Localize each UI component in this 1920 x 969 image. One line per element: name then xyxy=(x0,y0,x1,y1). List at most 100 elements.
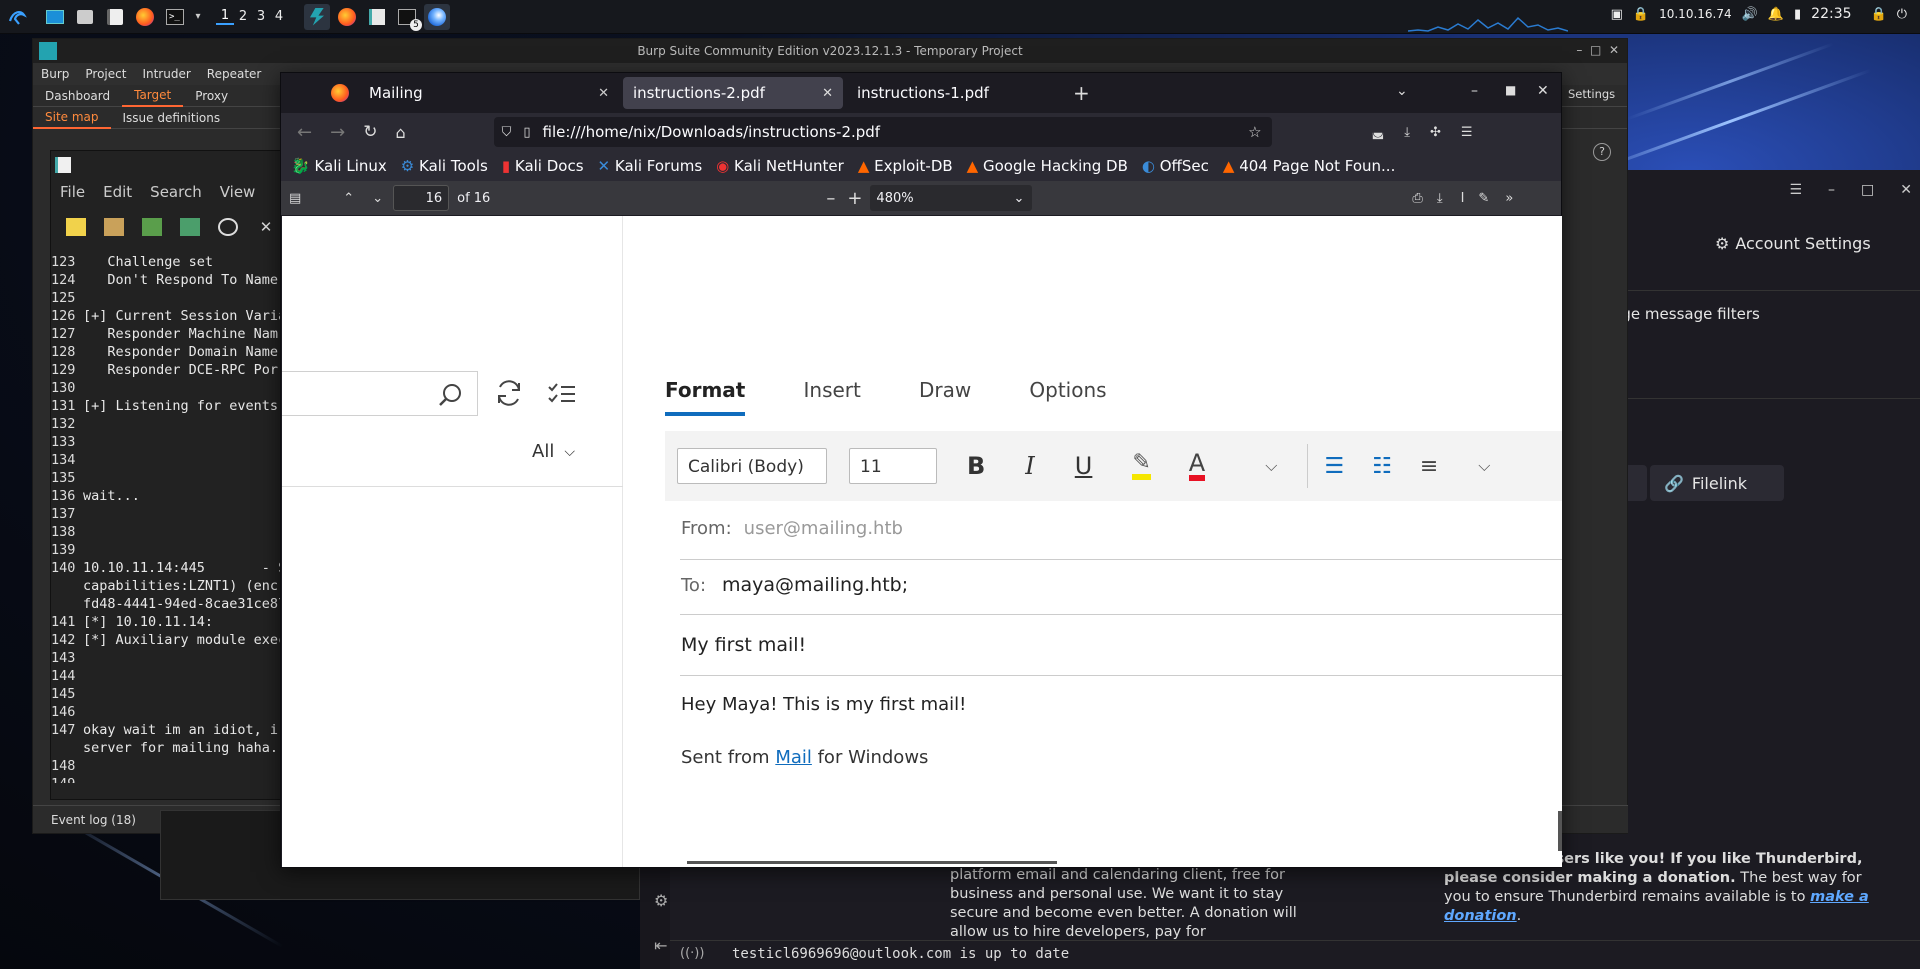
collapse-spaces-icon[interactable]: ⇤ xyxy=(654,936,667,955)
underline-icon[interactable]: U xyxy=(1075,452,1093,480)
ribbon-tab-insert[interactable]: Insert xyxy=(804,378,861,402)
bookmark-offsec[interactable]: ◐ OffSec xyxy=(1142,157,1209,175)
lock-screen-icon[interactable]: 🔒 xyxy=(1871,7,1887,22)
bookmark-kali-nethunter[interactable]: ◉ Kali NetHunter xyxy=(716,157,844,175)
extensions-icon[interactable]: ✣ xyxy=(1430,125,1441,140)
home-icon[interactable]: ⌂ xyxy=(395,123,405,142)
subtab-issue-definitions[interactable]: Issue definitions xyxy=(111,108,233,128)
burp-menu-intruder[interactable]: Intruder xyxy=(142,67,190,81)
shield-icon[interactable]: ⛉ xyxy=(502,125,512,140)
subject-field[interactable]: My first mail! xyxy=(681,634,806,656)
font-color-icon[interactable]: A xyxy=(1188,451,1206,481)
settings-gear-icon[interactable]: ⚙ xyxy=(654,891,668,910)
bullet-list-icon[interactable]: ☰ xyxy=(1324,454,1344,479)
numbered-list-icon[interactable]: ☷ xyxy=(1372,454,1392,479)
tb-close-button[interactable]: ✕ xyxy=(1900,182,1912,198)
chevron-down-icon[interactable]: ▾ xyxy=(192,4,204,30)
logout-icon[interactable]: ⏻ xyxy=(1897,7,1907,22)
event-log-button[interactable]: Event log (18) xyxy=(51,813,136,827)
volume-icon[interactable]: 🔊 xyxy=(1742,7,1758,22)
close-icon[interactable]: ✕ xyxy=(256,218,276,236)
text-editor-icon[interactable] xyxy=(102,4,128,30)
burp-task-icon[interactable] xyxy=(304,3,330,30)
bookmark-star-icon[interactable]: ☆ xyxy=(1248,123,1261,141)
editor-menu-edit[interactable]: Edit xyxy=(103,183,132,201)
burp-settings-button[interactable]: Settings xyxy=(1568,87,1615,101)
editor-task-icon[interactable] xyxy=(364,4,390,30)
back-arrow-icon[interactable]: ← xyxy=(297,122,312,143)
tab-proxy[interactable]: Proxy xyxy=(183,86,240,106)
search-box[interactable] xyxy=(282,371,478,416)
editor-menu-file[interactable]: File xyxy=(60,183,85,201)
close-tab-icon[interactable]: ✕ xyxy=(822,86,833,101)
chevron-down-icon[interactable]: ⌵ xyxy=(1265,456,1277,476)
ribbon-tab-format[interactable]: Format xyxy=(665,378,746,416)
filelink-button[interactable]: 🔗 Filelink xyxy=(1650,465,1784,501)
workspace-1[interactable]: 1 xyxy=(216,8,234,25)
account-settings-button[interactable]: ⚙ Account Settings xyxy=(1715,234,1871,253)
search-icon[interactable] xyxy=(437,382,463,408)
editor-menu-view[interactable]: View xyxy=(220,183,256,201)
zoom-select[interactable]: 480% ⌄ xyxy=(870,185,1033,211)
firefox-task-icon[interactable] xyxy=(334,4,360,30)
bookmark-kali-forums[interactable]: ✕ Kali Forums xyxy=(598,157,703,175)
mail-link[interactable]: Mail xyxy=(775,747,812,768)
file-manager-icon[interactable] xyxy=(72,4,98,30)
maximize-button[interactable]: ■ xyxy=(1505,83,1516,97)
burp-window-controls[interactable]: – □ ✕ xyxy=(1576,43,1619,57)
to-value[interactable]: maya@mailing.htb; xyxy=(722,574,908,596)
workspace-4[interactable]: 4 xyxy=(270,9,288,24)
hamburger-menu-icon[interactable]: ☰ xyxy=(1461,125,1473,140)
burp-menu-burp[interactable]: Burp xyxy=(41,67,69,81)
tb-minimize-button[interactable]: – xyxy=(1828,182,1835,198)
url-bar[interactable]: ⛉ ▯ file:///home/nix/Downloads/instructi… xyxy=(493,117,1272,147)
tb-maximize-button[interactable]: □ xyxy=(1861,182,1874,198)
firefox-icon[interactable] xyxy=(132,4,158,30)
bookmark-kali-linux[interactable]: 🐉 Kali Linux xyxy=(291,157,387,175)
bold-icon[interactable]: B xyxy=(967,452,985,480)
firefox-view-icon[interactable] xyxy=(331,84,349,102)
kali-menu-icon[interactable] xyxy=(4,4,30,30)
help-icon[interactable]: ? xyxy=(1593,143,1611,161)
workspace-2[interactable]: 2 xyxy=(234,9,252,24)
highlight-icon[interactable]: ✎ xyxy=(1132,452,1151,480)
sidebar-toggle-icon[interactable]: ▤ xyxy=(289,191,301,206)
save-file-icon[interactable] xyxy=(142,218,162,236)
burp-menu-repeater[interactable]: Repeater xyxy=(207,67,262,81)
ribbon-tab-options[interactable]: Options xyxy=(1029,378,1106,402)
sync-icon[interactable] xyxy=(494,378,524,408)
new-tab-icon[interactable]: + xyxy=(1073,81,1090,105)
font-size-select[interactable]: 11 xyxy=(849,448,937,484)
notifications-bell-icon[interactable]: 🔔 xyxy=(1768,7,1784,22)
close-tab-icon[interactable]: ✕ xyxy=(598,86,609,101)
new-file-icon[interactable] xyxy=(66,218,86,236)
close-window-button[interactable]: ✕ xyxy=(1537,83,1549,99)
chevron-down-icon[interactable]: ⌵ xyxy=(1478,456,1490,476)
forward-arrow-icon[interactable]: → xyxy=(330,122,345,143)
italic-icon[interactable]: I xyxy=(1025,452,1034,480)
bookmark-kali-tools[interactable]: ⚙ Kali Tools xyxy=(401,157,488,175)
tab-dashboard[interactable]: Dashboard xyxy=(33,86,122,106)
body-text[interactable]: Hey Maya! This is my first mail! xyxy=(681,694,966,715)
page-number-input[interactable]: 16 xyxy=(393,185,450,211)
tab-mailing[interactable]: Mailing ✕ xyxy=(359,77,619,109)
draw-tool-icon[interactable]: ✎ xyxy=(1478,191,1489,206)
save-pdf-icon[interactable]: ⤓ xyxy=(1437,191,1443,206)
list-all-tabs-icon[interactable]: ⌄ xyxy=(1396,83,1408,99)
save-as-icon[interactable] xyxy=(180,218,200,236)
next-page-icon[interactable]: ⌄ xyxy=(372,191,383,206)
from-value[interactable]: user@mailing.htb xyxy=(744,518,903,539)
workspace-3[interactable]: 3 xyxy=(252,9,270,24)
previous-page-icon[interactable]: ⌃ xyxy=(343,191,354,206)
tab-target[interactable]: Target xyxy=(122,85,184,107)
pocket-icon[interactable]: ◛ xyxy=(1372,125,1385,140)
select-mode-icon[interactable] xyxy=(547,381,577,407)
show-desktop-icon[interactable] xyxy=(42,4,68,30)
thunderbird-task-icon[interactable] xyxy=(424,3,450,30)
bookmark-kali-docs[interactable]: ▮ Kali Docs xyxy=(502,157,584,175)
tb-menu-icon[interactable]: ☰ xyxy=(1789,182,1802,198)
zoom-in-icon[interactable]: + xyxy=(847,188,862,209)
align-icon[interactable]: ≡ xyxy=(1420,454,1438,479)
vertical-scrollbar[interactable] xyxy=(1558,811,1562,851)
editor-text-area[interactable]: 123 Challenge set 124 Don't Respond To Na… xyxy=(51,253,289,783)
